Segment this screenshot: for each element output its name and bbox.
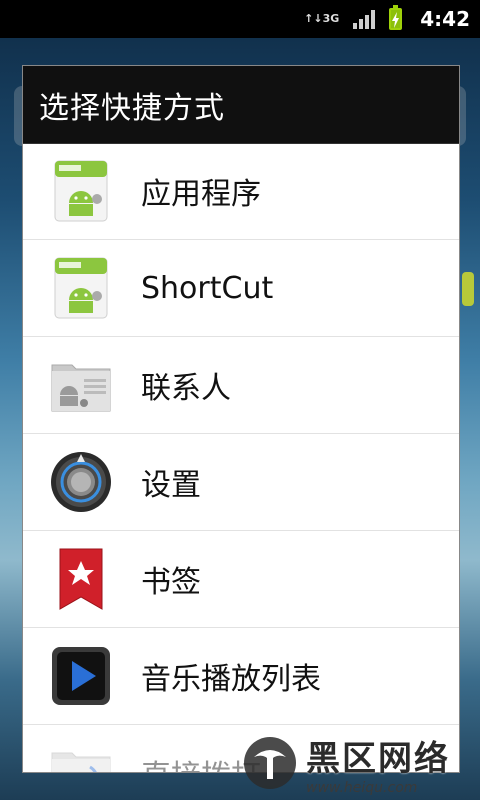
dialog-header: 选择快捷方式 bbox=[23, 66, 459, 144]
list-item-label: 联系人 bbox=[141, 371, 231, 406]
list-item-label: 书签 bbox=[141, 565, 201, 600]
list-item-shortcut[interactable]: ShortCut bbox=[23, 240, 459, 337]
watermark-name: 黑区网络 bbox=[306, 738, 450, 779]
signal-icon bbox=[353, 9, 376, 29]
network-type: 3G bbox=[322, 12, 340, 25]
contact-shortcut-icon bbox=[49, 353, 113, 417]
list-item-music-playlist[interactable]: 音乐播放列表 bbox=[23, 628, 459, 725]
watermark-logo-icon bbox=[244, 737, 296, 789]
list-item-label: 应用程序 bbox=[141, 177, 261, 212]
list-item-settings[interactable]: 设置 bbox=[23, 434, 459, 531]
list-item-label: 设置 bbox=[141, 468, 201, 503]
data-arrows-icon: ↑↓ 3G bbox=[304, 12, 340, 25]
watermark: 黑区网络 www.heiqu.com bbox=[240, 726, 480, 800]
list-item-label: ShortCut bbox=[141, 270, 274, 306]
watermark-url: www.heiqu.com bbox=[306, 779, 418, 796]
list-item-applications[interactable]: 应用程序 bbox=[23, 143, 459, 240]
list-item-contacts[interactable]: 联系人 bbox=[23, 337, 459, 434]
android-app-icon bbox=[49, 159, 113, 223]
dialog-title: 选择快捷方式 bbox=[39, 90, 225, 126]
android-app-icon bbox=[49, 256, 113, 320]
bookmark-icon bbox=[49, 547, 113, 611]
settings-dial-icon bbox=[49, 450, 113, 514]
home-scroll-handle bbox=[462, 272, 474, 306]
battery-charging-icon bbox=[389, 5, 403, 30]
list-item-bookmarks[interactable]: 书签 bbox=[23, 531, 459, 628]
direct-dial-icon bbox=[49, 741, 113, 772]
clock: 4:42 bbox=[420, 7, 470, 31]
status-bar: ↑↓ 3G 4:42 bbox=[0, 0, 480, 38]
select-shortcut-dialog: 选择快捷方式 应用程序 ShortCut 联系人 设置 书签 音乐播放列表 bbox=[22, 65, 460, 773]
shortcut-list: 应用程序 ShortCut 联系人 设置 书签 音乐播放列表 bbox=[23, 143, 459, 772]
music-play-icon bbox=[49, 644, 113, 708]
list-item-label: 音乐播放列表 bbox=[141, 662, 321, 697]
